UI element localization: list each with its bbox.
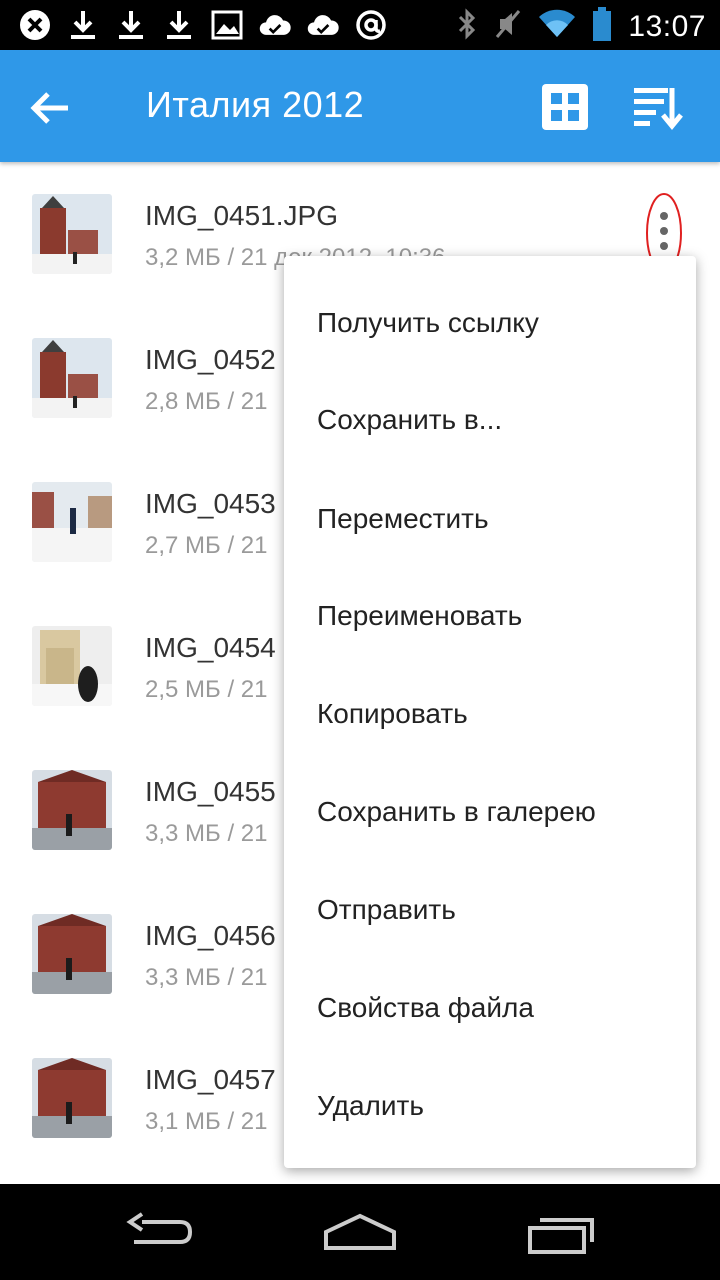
menu-item-label: Переместить bbox=[317, 503, 489, 534]
menu-item-label: Копировать bbox=[317, 698, 468, 729]
menu-item-label: Сохранить в галерею bbox=[317, 796, 596, 827]
file-name: IMG_0451.JPG bbox=[145, 200, 338, 231]
status-bar: 13:07 bbox=[0, 0, 720, 50]
sort-button[interactable] bbox=[632, 84, 684, 132]
file-name: IMG_0453 bbox=[145, 488, 276, 519]
menu-item-label: Переименовать bbox=[317, 600, 523, 631]
at-sign-icon bbox=[354, 8, 388, 42]
file-thumbnail bbox=[32, 914, 112, 994]
battery-icon bbox=[592, 6, 612, 47]
file-meta: 2,5 МБ / 21 bbox=[145, 676, 268, 703]
file-meta: 2,8 МБ / 21 bbox=[145, 388, 268, 415]
close-circle-icon bbox=[18, 8, 52, 42]
file-meta: 3,3 МБ / 21 bbox=[145, 820, 268, 847]
home-icon bbox=[324, 1213, 396, 1250]
cloud-done-icon bbox=[258, 8, 292, 42]
back-arrow-icon bbox=[30, 92, 68, 124]
back-icon bbox=[126, 1212, 193, 1244]
navigation-bar bbox=[0, 1184, 720, 1280]
file-thumbnail bbox=[32, 194, 112, 274]
menu-item-label: Сохранить в... bbox=[317, 404, 503, 435]
file-meta: 2,7 МБ / 21 bbox=[145, 532, 268, 559]
menu-item-label: Отправить bbox=[317, 894, 456, 925]
menu-item-copy[interactable]: Копировать bbox=[284, 679, 696, 749]
file-thumbnail bbox=[32, 338, 112, 418]
image-icon bbox=[210, 8, 244, 42]
file-thumbnail bbox=[32, 482, 112, 562]
file-thumbnail bbox=[32, 626, 112, 706]
bluetooth-icon bbox=[456, 7, 478, 46]
menu-item-delete[interactable]: Удалить bbox=[284, 1071, 696, 1141]
file-meta: 3,1 МБ / 21 bbox=[145, 1108, 268, 1135]
menu-item-file-properties[interactable]: Свойства файла bbox=[284, 973, 696, 1043]
menu-item-move[interactable]: Переместить bbox=[284, 484, 696, 554]
file-name: IMG_0454 bbox=[145, 632, 276, 663]
wifi-icon bbox=[538, 7, 576, 46]
file-thumbnail bbox=[32, 1058, 112, 1138]
download-icon bbox=[162, 8, 196, 42]
status-time: 13:07 bbox=[628, 9, 706, 43]
status-notification-icons bbox=[18, 8, 388, 42]
page-title: Италия 2012 bbox=[146, 84, 365, 125]
nav-back-button[interactable] bbox=[120, 1208, 200, 1256]
back-button[interactable] bbox=[28, 86, 72, 130]
file-name: IMG_0455 bbox=[145, 776, 276, 807]
file-name: IMG_0456 bbox=[145, 920, 276, 951]
status-system-icons: 13:07 bbox=[456, 6, 706, 47]
sort-icon bbox=[634, 88, 683, 130]
menu-item-rename[interactable]: Переименовать bbox=[284, 581, 696, 651]
file-meta: 3,3 МБ / 21 bbox=[145, 964, 268, 991]
file-thumbnail bbox=[32, 770, 112, 850]
app-bar: Италия 2012 bbox=[0, 50, 720, 162]
download-icon bbox=[66, 8, 100, 42]
nav-recents-button[interactable] bbox=[520, 1208, 600, 1256]
menu-item-label: Удалить bbox=[317, 1090, 424, 1121]
mute-icon bbox=[494, 7, 522, 46]
recents-icon bbox=[528, 1218, 594, 1254]
menu-item-save-to[interactable]: Сохранить в... bbox=[284, 385, 696, 455]
context-menu: Получить ссылку Сохранить в... Перемести… bbox=[284, 256, 696, 1168]
grid-view-button[interactable] bbox=[540, 82, 590, 132]
cloud-done-icon bbox=[306, 8, 340, 42]
menu-item-get-link[interactable]: Получить ссылку bbox=[284, 288, 696, 358]
file-name: IMG_0457 bbox=[145, 1064, 276, 1095]
menu-item-send[interactable]: Отправить bbox=[284, 875, 696, 945]
menu-item-save-to-gallery[interactable]: Сохранить в галерею bbox=[284, 777, 696, 847]
file-name: IMG_0452 bbox=[145, 344, 276, 375]
menu-item-label: Получить ссылку bbox=[317, 307, 539, 338]
nav-home-button[interactable] bbox=[320, 1208, 400, 1256]
grid-view-icon bbox=[542, 84, 588, 130]
download-icon bbox=[114, 8, 148, 42]
menu-item-label: Свойства файла bbox=[317, 992, 534, 1023]
